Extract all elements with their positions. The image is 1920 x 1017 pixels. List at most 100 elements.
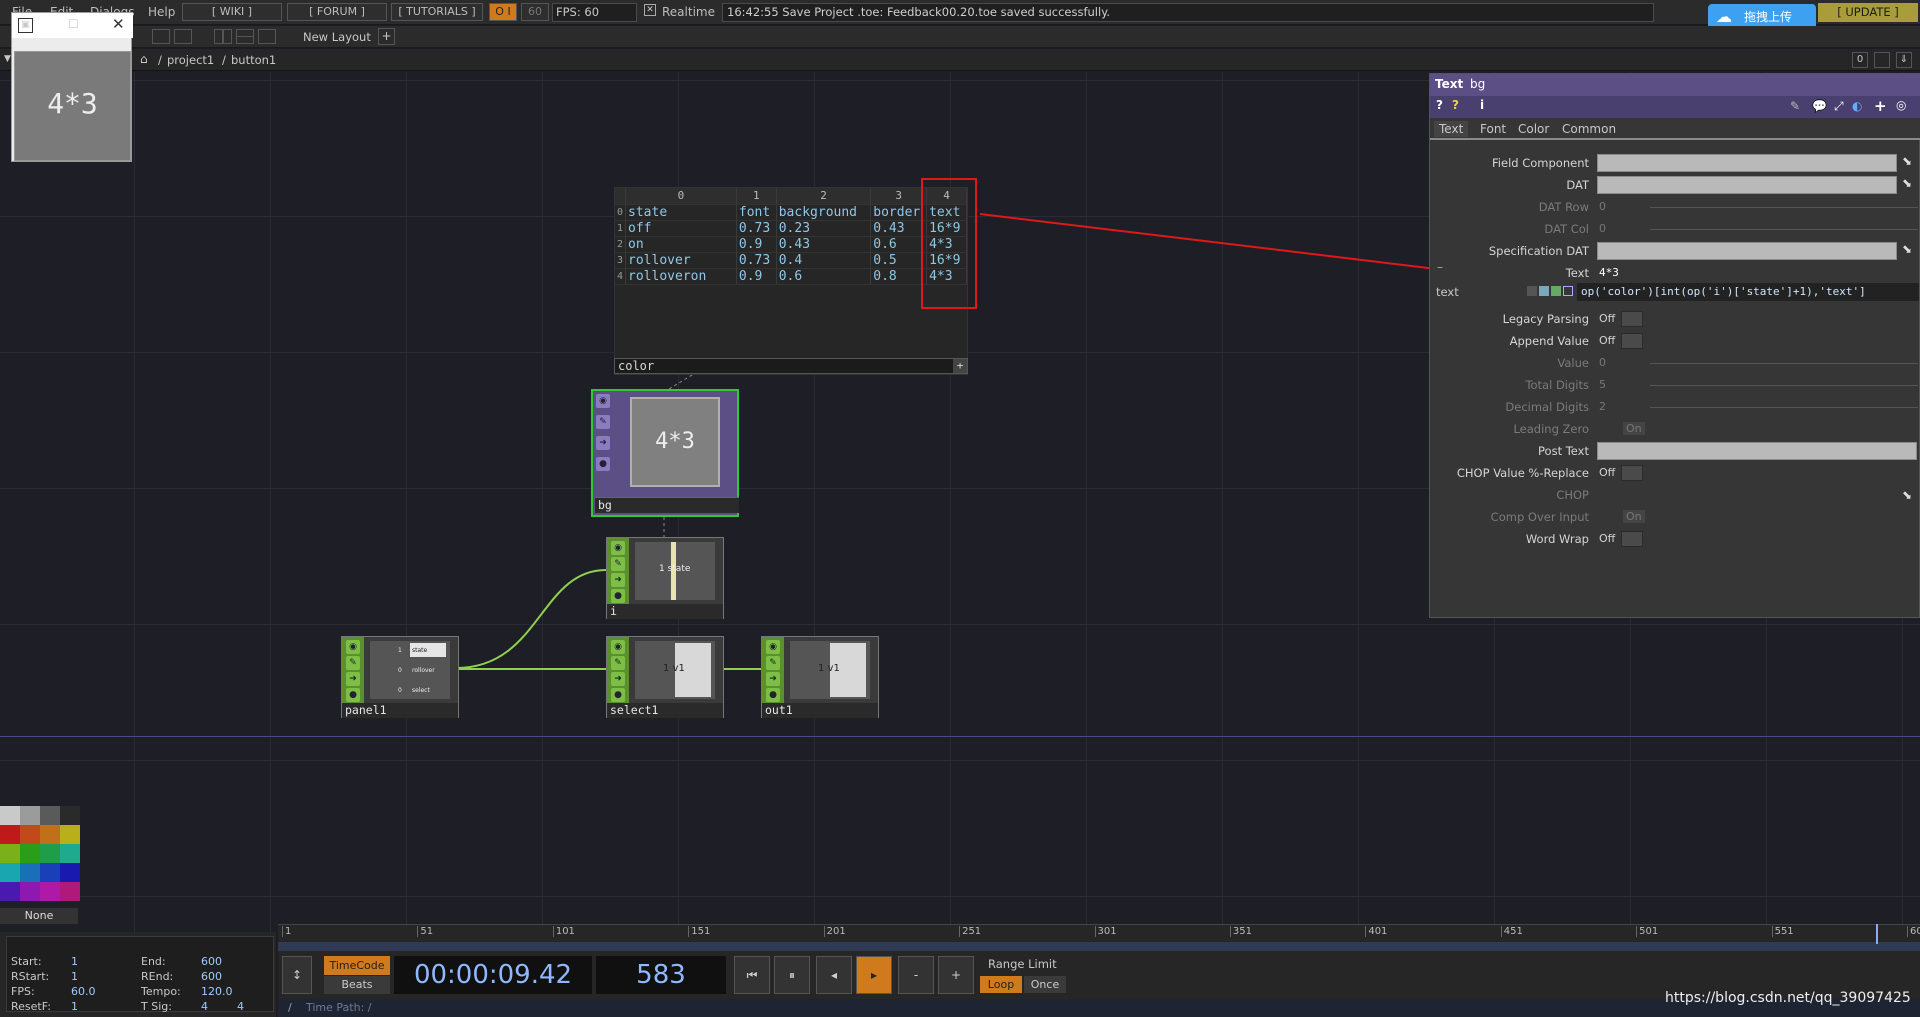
layout-split-icon[interactable] (174, 29, 192, 44)
bypass-icon[interactable]: ● (611, 589, 625, 603)
edit-icon[interactable]: ✎ (596, 415, 610, 429)
color-dat-name[interactable]: color + (614, 358, 968, 374)
bypass-icon[interactable]: ● (346, 688, 360, 702)
param-toggle-label[interactable]: Off (1599, 312, 1615, 325)
close-icon[interactable]: ✕ (112, 15, 125, 33)
pane-menu-icon[interactable]: ▼ (4, 54, 11, 64)
menu-help[interactable]: Help (148, 5, 175, 19)
target-icon[interactable]: ◎ (1896, 98, 1906, 112)
step-forward-button[interactable]: + (938, 956, 974, 994)
palette-swatch[interactable] (20, 882, 40, 901)
path-root[interactable]: / (158, 53, 162, 67)
param-value[interactable]: 2 (1599, 400, 1606, 413)
fps-value[interactable]: 60.0 (71, 984, 96, 999)
fps-limit[interactable]: 60 (521, 3, 549, 21)
play-forward-button[interactable]: ▸ (856, 956, 892, 994)
path-project[interactable]: project1 (167, 53, 214, 67)
param-value[interactable]: 0 (1599, 222, 1606, 235)
layout-hsplit-icon[interactable] (236, 29, 254, 44)
param-toggle-label[interactable]: Off (1599, 334, 1615, 347)
tab-text[interactable]: Text (1434, 121, 1469, 137)
palette-none[interactable]: None (0, 908, 78, 924)
resetf-value[interactable]: 1 (71, 999, 78, 1014)
op-name[interactable]: bg (1470, 77, 1485, 91)
tsig-num[interactable]: 4 (201, 999, 208, 1014)
tab-color[interactable]: Color (1518, 122, 1549, 136)
end-value[interactable]: 600 (201, 954, 222, 969)
param-value[interactable]: 5 (1599, 378, 1606, 391)
rstart-value[interactable]: 1 (71, 969, 78, 984)
palette-swatch[interactable] (0, 806, 20, 825)
edit-icon[interactable]: ✎ (611, 656, 625, 670)
transport-menu-icon[interactable]: ↕ (282, 956, 312, 994)
param-slider[interactable] (1650, 363, 1918, 364)
pencil-icon[interactable]: ✎ (1790, 99, 1800, 113)
palette-swatch[interactable] (0, 825, 20, 844)
param-slider[interactable] (1650, 207, 1918, 208)
floating-preview-window[interactable]: ▣ ☐ ✕ 4*3 (11, 12, 133, 162)
viewer-icon[interactable]: ◉ (611, 541, 625, 555)
param-field[interactable] (1597, 154, 1897, 172)
palette-swatch[interactable] (0, 844, 20, 863)
layout-single-icon[interactable] (152, 29, 170, 44)
rend-value[interactable]: 600 (201, 969, 222, 984)
param-value[interactable]: 0 (1599, 200, 1606, 213)
timeline-range-bar[interactable] (278, 942, 1920, 951)
wiki-button[interactable]: [ WIKI ] (182, 3, 282, 21)
palette-swatch[interactable] (40, 806, 60, 825)
palette-swatch[interactable] (40, 882, 60, 901)
edit-icon[interactable]: ✎ (346, 656, 360, 670)
param-field[interactable] (1597, 442, 1917, 460)
palette-swatch[interactable] (0, 863, 20, 882)
param-value[interactable]: 0 (1599, 356, 1606, 369)
panel1-chop[interactable]: ◉ ✎ ➜ ● 1 state 0 rollover 0 select pane… (341, 636, 459, 718)
palette-swatch[interactable] (0, 882, 20, 901)
mode-export-icon[interactable] (1551, 286, 1561, 296)
bypass-icon[interactable]: ● (596, 457, 610, 471)
drag-arrow-icon[interactable]: ⬊ (1902, 154, 1912, 168)
param-toggle-box[interactable] (1621, 465, 1643, 481)
new-layout-tab[interactable]: New Layout (303, 30, 371, 44)
comment-icon[interactable]: 💬 (1812, 99, 1827, 113)
export-icon[interactable]: ➜ (346, 672, 360, 686)
bypass-icon[interactable]: ● (766, 688, 780, 702)
add-layout-button[interactable]: + (378, 28, 395, 45)
time-display[interactable]: 00:00:09.42 (394, 956, 592, 994)
viewer-icon[interactable]: ◉ (766, 640, 780, 654)
palette-swatch[interactable] (40, 844, 60, 863)
export-icon[interactable]: ➜ (596, 436, 610, 450)
bg-name[interactable]: bg (595, 498, 612, 512)
drag-arrow-icon[interactable]: ⬊ (1902, 488, 1912, 502)
param-toggle-box[interactable] (1621, 333, 1643, 349)
param-slider[interactable] (1650, 407, 1918, 408)
time-path-label[interactable]: Time Path: / (306, 1001, 372, 1014)
export-icon[interactable]: ➜ (611, 573, 625, 587)
param-toggle-box[interactable] (1621, 311, 1643, 327)
mode-expression-icon[interactable] (1539, 286, 1549, 296)
add-icon[interactable]: + (1874, 97, 1887, 115)
palette-swatch[interactable] (60, 882, 80, 901)
palette-swatch[interactable] (40, 825, 60, 844)
dat-add-button[interactable]: + (953, 359, 967, 373)
tempo-value[interactable]: 120.0 (201, 984, 233, 999)
tab-common[interactable]: Common (1562, 122, 1616, 136)
edit-icon[interactable]: ✎ (766, 656, 780, 670)
param-slider[interactable] (1650, 385, 1918, 386)
tab-font[interactable]: Font (1480, 122, 1506, 136)
tutorials-button[interactable]: [ TUTORIALS ] (391, 3, 483, 21)
palette-swatch[interactable] (20, 806, 40, 825)
tsig-den[interactable]: 4 (237, 999, 244, 1014)
palette-swatch[interactable] (20, 863, 40, 882)
viewer-icon[interactable]: ◉ (596, 394, 610, 408)
palette-swatch[interactable] (60, 863, 80, 882)
realtime-checkbox[interactable]: ✕ (644, 4, 656, 16)
forum-button[interactable]: [ FORUM ] (287, 3, 387, 21)
frame-display[interactable]: 583 (596, 956, 726, 994)
palette-swatch[interactable] (60, 806, 80, 825)
playhead[interactable] (1876, 924, 1878, 944)
param-toggle-label[interactable]: Off (1599, 532, 1615, 545)
viewer-icon[interactable]: ◉ (346, 640, 360, 654)
layout-vsplit-icon[interactable] (214, 29, 232, 44)
color-table-dat[interactable]: 0 1 2 3 4 0 state font background border text… (614, 187, 968, 375)
python-icon[interactable]: ◐ (1852, 99, 1862, 113)
